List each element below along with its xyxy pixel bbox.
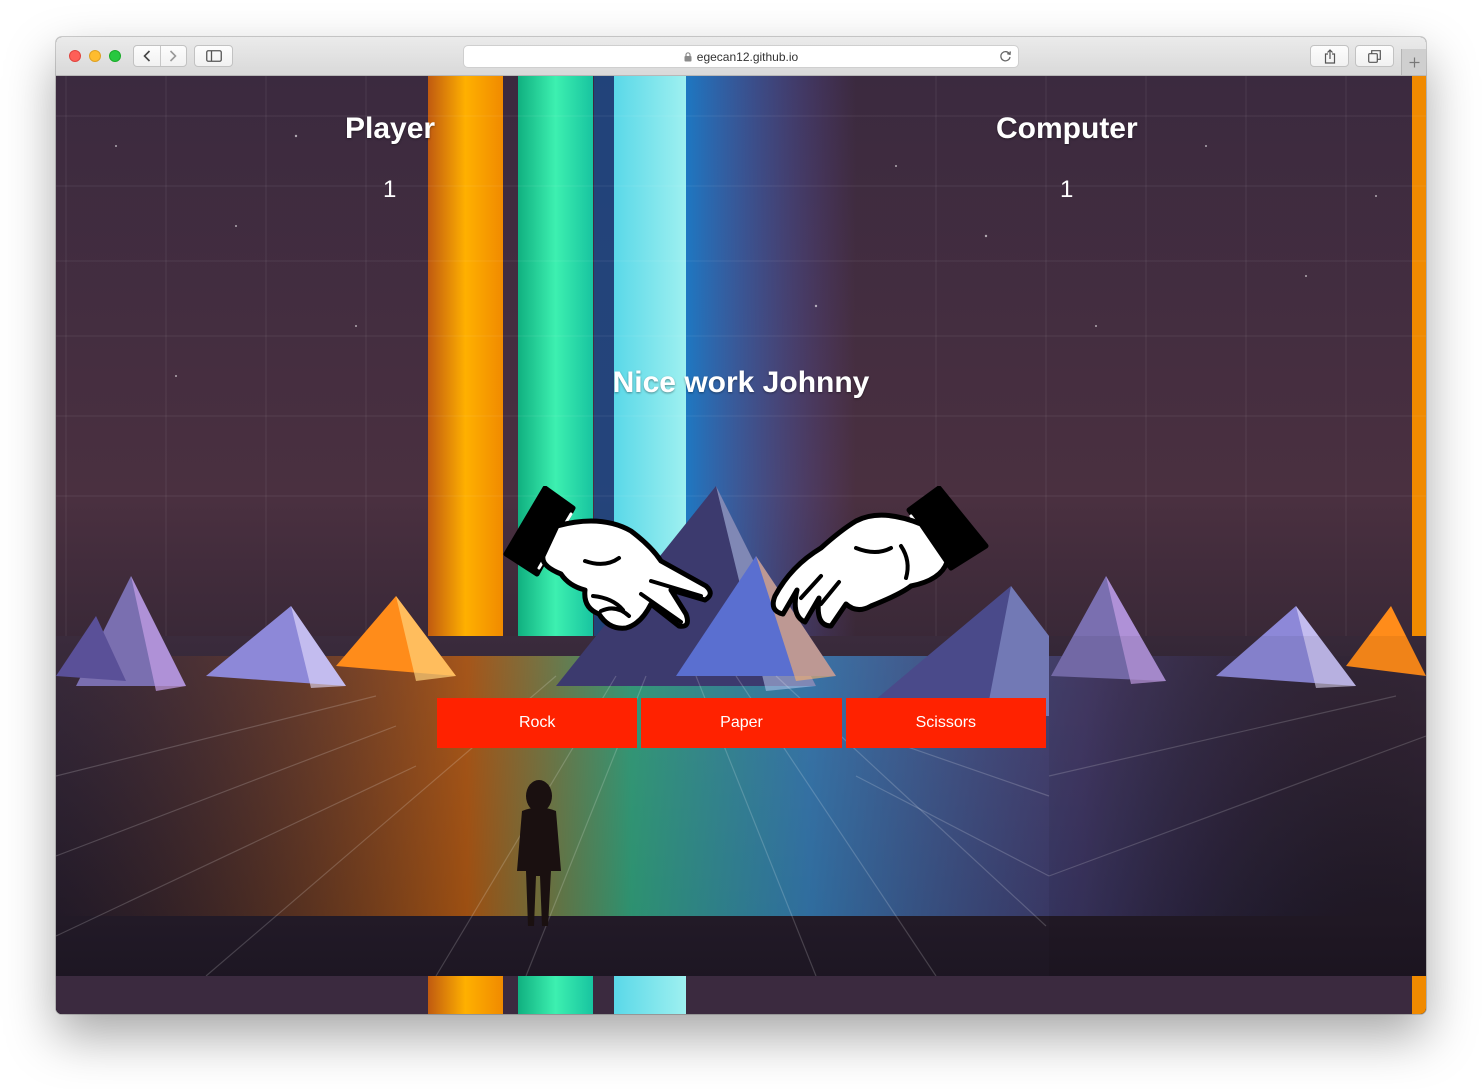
game-page: Player 1 Computer 1 Nice work Johnny Roc…: [56, 76, 1426, 1014]
scissors-button[interactable]: Scissors: [845, 698, 1046, 748]
tabs-icon: [1368, 49, 1381, 63]
scissors-hand-icon: [503, 486, 713, 631]
player-label: Player: [345, 112, 436, 145]
player-score: 1: [383, 176, 397, 203]
chevron-right-icon: [170, 50, 177, 62]
lock-icon: [684, 51, 692, 62]
reload-icon[interactable]: [999, 50, 1012, 63]
forward-button[interactable]: [159, 46, 187, 66]
rock-button[interactable]: Rock: [437, 698, 638, 748]
navigation-buttons: [133, 45, 187, 67]
background-image: [56, 76, 1426, 1014]
show-tabs-button[interactable]: [1355, 45, 1394, 67]
zoom-window-button[interactable]: [109, 50, 121, 62]
close-window-button[interactable]: [69, 50, 81, 62]
address-bar[interactable]: egecan12.github.io: [463, 45, 1019, 68]
back-button[interactable]: [134, 46, 160, 66]
choice-buttons: Rock Paper Scissors: [437, 698, 1046, 748]
computer-label: Computer: [996, 112, 1138, 145]
sidebar-toggle-button[interactable]: [194, 45, 233, 67]
share-button[interactable]: [1310, 45, 1349, 67]
computer-score: 1: [1060, 176, 1074, 203]
browser-window: egecan12.github.io Player 1 Computer 1 N…: [56, 37, 1426, 1014]
sidebar-icon: [205, 50, 222, 62]
chevron-left-icon: [143, 50, 150, 62]
paper-hand-icon: [770, 486, 989, 629]
browser-toolbar: egecan12.github.io: [56, 37, 1426, 76]
paper-button[interactable]: Paper: [641, 698, 842, 748]
new-tab-button[interactable]: [1401, 49, 1426, 75]
share-icon: [1324, 48, 1335, 64]
result-message: Nice work Johnny: [612, 366, 870, 399]
minimize-window-button[interactable]: [89, 50, 101, 62]
url-text: egecan12.github.io: [696, 49, 799, 64]
plus-icon: [1409, 57, 1419, 67]
